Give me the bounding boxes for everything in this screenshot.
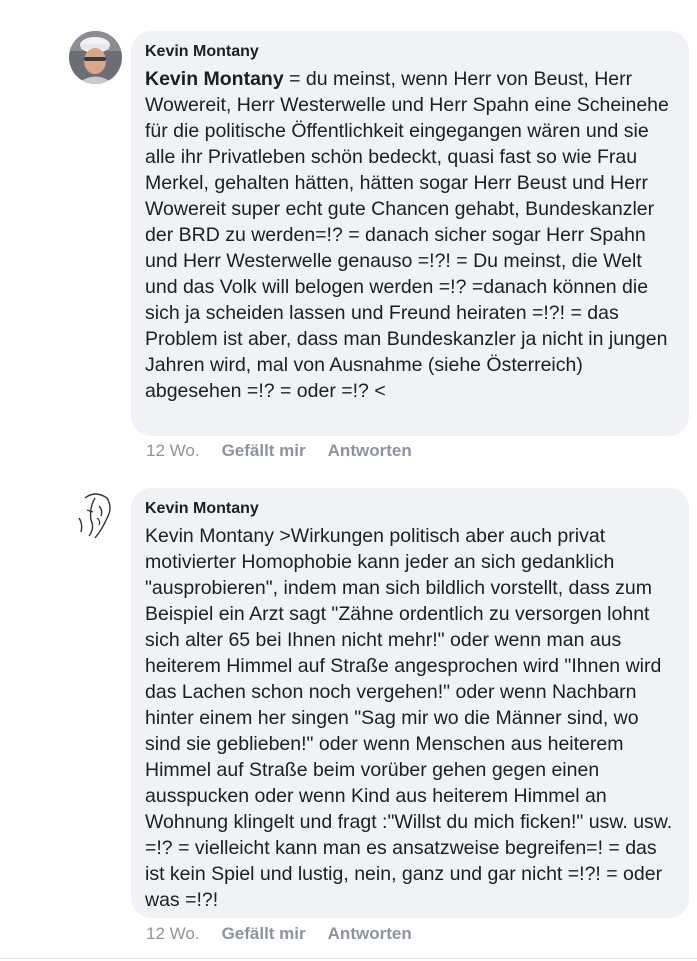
timestamp[interactable]: 12 Wo. xyxy=(146,924,200,943)
divider xyxy=(0,958,697,959)
comment-bubble: Kevin Montany Kevin Montany = du meinst,… xyxy=(131,31,689,436)
comment-actions: 12 Wo. Gefällt mir Antworten xyxy=(146,924,412,944)
comment-bubble: Kevin Montany Kevin Montany >Wirkungen p… xyxy=(131,488,689,918)
avatar[interactable] xyxy=(69,488,122,541)
reply-button[interactable]: Antworten xyxy=(328,441,412,460)
comment-author[interactable]: Kevin Montany xyxy=(145,499,675,519)
profile-photo-icon xyxy=(69,31,122,84)
profile-sketch-icon xyxy=(69,488,122,541)
comment-text: Kevin Montany >Wirkungen politisch aber … xyxy=(145,525,673,911)
comment-author[interactable]: Kevin Montany xyxy=(145,42,675,62)
comment-text: Kevin Montany = du meinst, wenn Herr von… xyxy=(145,66,675,404)
avatar[interactable] xyxy=(69,31,122,84)
like-button[interactable]: Gefällt mir xyxy=(222,924,306,943)
timestamp[interactable]: 12 Wo. xyxy=(146,441,200,460)
comment-body: = du meinst, wenn Herr von Beust, Herr W… xyxy=(145,68,669,402)
comment-actions: 12 Wo. Gefällt mir Antworten xyxy=(146,441,412,461)
reply-button[interactable]: Antworten xyxy=(328,924,412,943)
like-button[interactable]: Gefällt mir xyxy=(222,441,306,460)
mention-link[interactable]: Kevin Montany xyxy=(145,68,284,90)
